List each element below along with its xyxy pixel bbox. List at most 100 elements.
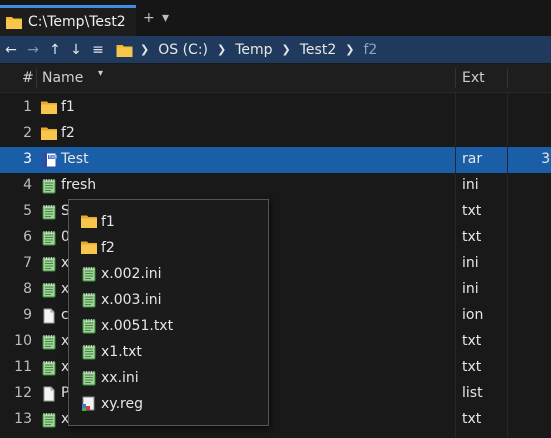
breadcrumb-f2[interactable]: f2: [363, 42, 377, 58]
tab-list-dropdown[interactable]: ▾: [162, 10, 169, 26]
notepad-icon: [41, 412, 57, 428]
popup-item-label: f2: [101, 240, 115, 256]
row-number: 9: [23, 307, 32, 323]
folder-icon: [6, 15, 22, 29]
tab-title: C:\Temp\Test2: [28, 14, 126, 30]
row-ext: rar: [462, 151, 483, 167]
folder-icon: [81, 240, 97, 256]
breadcrumb-temp[interactable]: Temp: [235, 42, 272, 58]
folder-icon: [41, 100, 57, 116]
row-ext: ion: [462, 307, 484, 323]
column-ext[interactable]: Ext: [462, 70, 485, 86]
folder-popup-menu: f1 f2 x.002.ini x.003.ini x.0051.txt x1.txt xx…: [68, 199, 269, 426]
popup-item[interactable]: f2: [81, 236, 261, 262]
notepad-icon: [41, 360, 57, 376]
row-number: 13: [14, 411, 32, 427]
popup-item[interactable]: xx.ini: [81, 366, 261, 392]
registry-icon: [81, 396, 97, 412]
popup-item-label: x.002.ini: [101, 266, 162, 282]
breadcrumb-test2[interactable]: Test2: [300, 42, 336, 58]
table-row[interactable]: 1 f1: [0, 95, 551, 121]
row-number: 7: [23, 255, 32, 271]
menu-button[interactable]: ≡: [90, 42, 106, 58]
address-bar: ← → ↑ ↓ ≡ ❯ OS (C:) ❯ Temp ❯ Test2 ❯ f2: [0, 36, 551, 63]
row-size: 64: [508, 385, 551, 401]
notepad-icon: [41, 204, 57, 220]
row-number: 5: [23, 203, 32, 219]
popup-item[interactable]: x.003.ini: [81, 288, 261, 314]
row-number: 11: [14, 359, 32, 375]
row-number: 8: [23, 281, 32, 297]
notepad-icon: [41, 334, 57, 350]
tab-current-folder[interactable]: C:\Temp\Test2: [0, 5, 136, 36]
column-name[interactable]: Name: [42, 70, 83, 86]
popup-item-label: f1: [101, 214, 115, 230]
breadcrumb-drive[interactable]: OS (C:): [158, 42, 208, 58]
row-ext: ini: [462, 255, 479, 271]
row-name: Test: [61, 151, 89, 167]
popup-item-label: xy.reg: [101, 396, 143, 412]
row-number: 1: [23, 99, 32, 115]
notepad-icon: [41, 282, 57, 298]
table-row[interactable]: 3 RAR Test rar 390: [0, 147, 551, 173]
chevron-right-icon: ❯: [345, 43, 355, 56]
new-tab-button[interactable]: +: [143, 10, 155, 26]
notepad-icon: [41, 230, 57, 246]
chevron-right-icon: ❯: [281, 43, 291, 56]
row-size: 4: [508, 307, 551, 323]
column-divider: [455, 92, 456, 438]
popup-item[interactable]: f1: [81, 210, 261, 236]
popup-item-label: x.0051.txt: [101, 318, 174, 334]
up-button[interactable]: ↑: [47, 42, 63, 58]
row-ext: txt: [462, 229, 482, 245]
notepad-icon: [81, 370, 97, 386]
row-ext: txt: [462, 333, 482, 349]
row-ext: list: [462, 385, 483, 401]
row-ext: ini: [462, 281, 479, 297]
row-ext: txt: [462, 411, 482, 427]
popup-item-label: xx.ini: [101, 370, 139, 386]
row-number: 4: [23, 177, 32, 193]
row-size: 2: [508, 177, 551, 193]
chevron-right-icon: ❯: [140, 43, 150, 56]
back-button[interactable]: ←: [3, 42, 19, 58]
notepad-icon: [81, 292, 97, 308]
notepad-icon: [41, 256, 57, 272]
forward-button[interactable]: →: [25, 42, 41, 58]
file-icon: [41, 308, 57, 324]
row-ext: ini: [462, 177, 479, 193]
row-name: f1: [61, 99, 75, 115]
table-row[interactable]: 2 f2: [0, 121, 551, 147]
folder-icon: [41, 126, 57, 142]
popup-item[interactable]: xy.reg: [81, 392, 261, 418]
row-number: 12: [14, 385, 32, 401]
folder-icon: [116, 43, 133, 57]
row-number: 10: [14, 333, 32, 349]
popup-item[interactable]: x1.txt: [81, 340, 261, 366]
notepad-icon: [81, 344, 97, 360]
popup-item-label: x.003.ini: [101, 292, 162, 308]
folder-icon: [81, 214, 97, 230]
popup-item-label: x1.txt: [101, 344, 142, 360]
popup-item[interactable]: x.0051.txt: [81, 314, 261, 340]
row-number: 6: [23, 229, 32, 245]
tab-bar: C:\Temp\Test2 + ▾: [0, 0, 551, 36]
column-num[interactable]: #: [22, 70, 34, 86]
column-header: # Name ▾ Ext: [0, 64, 551, 93]
notepad-icon: [81, 318, 97, 334]
row-ext: txt: [462, 203, 482, 219]
row-number: 2: [23, 125, 32, 141]
down-button[interactable]: ↓: [68, 42, 84, 58]
popup-item[interactable]: x.002.ini: [81, 262, 261, 288]
file-icon: [41, 386, 57, 402]
notepad-icon: [81, 266, 97, 282]
sort-desc-icon: ▾: [98, 68, 104, 79]
svg-text:RAR: RAR: [49, 155, 57, 160]
notepad-icon: [41, 178, 57, 194]
row-name: fresh: [61, 177, 97, 193]
table-row[interactable]: 4 fresh ini 2: [0, 173, 551, 199]
row-name: f2: [61, 125, 75, 141]
column-divider: [507, 92, 508, 438]
chevron-right-icon: ❯: [217, 43, 227, 56]
row-size: 390: [541, 151, 551, 167]
